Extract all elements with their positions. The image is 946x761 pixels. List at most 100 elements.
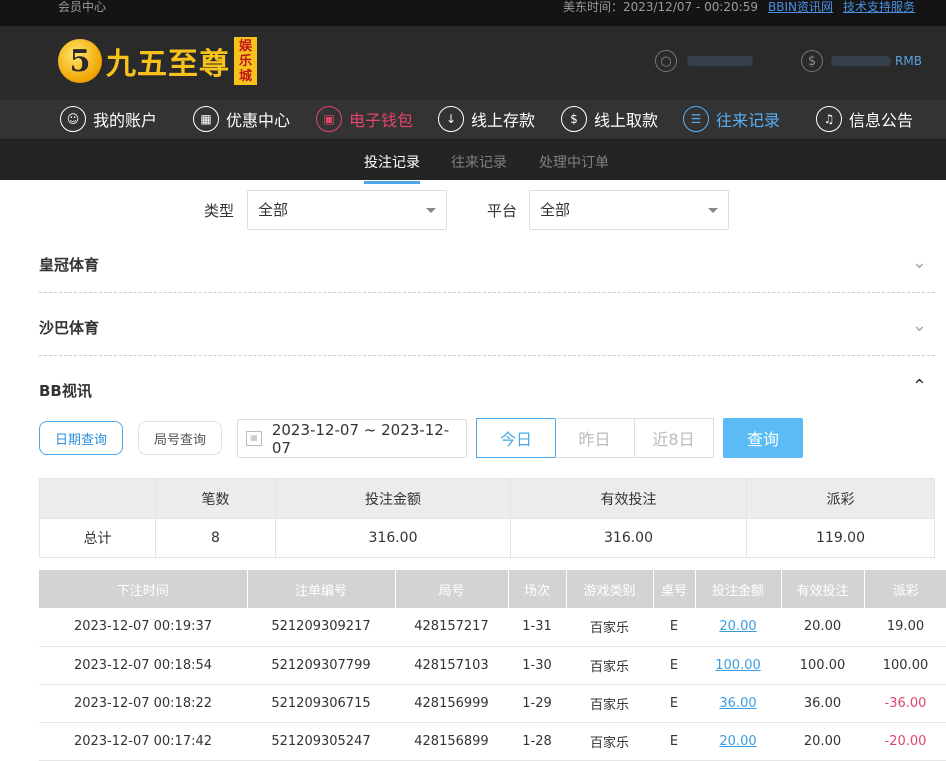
tab-pending-orders[interactable]: 处理中订单 xyxy=(539,152,609,172)
dollar-icon: $ xyxy=(801,50,823,72)
section-crown-sports[interactable]: 皇冠体育 ⌄ xyxy=(39,252,935,275)
nav-records[interactable]: ☰ 往来记录 xyxy=(683,106,780,132)
summary-header-cell: 投注金额 xyxy=(275,478,511,519)
records-icon: ☰ xyxy=(683,106,709,132)
bet-time: 2023-12-07 00:18:54 xyxy=(39,646,247,685)
bet-amount-link[interactable]: 36.00 xyxy=(719,696,756,711)
valid-bet: 20.00 xyxy=(781,608,864,647)
section-title: BB视讯 xyxy=(39,382,92,400)
date-query-button[interactable]: 日期查询 xyxy=(39,421,123,455)
yesterday-button[interactable]: 昨日 xyxy=(555,418,635,458)
payout: 100.00 xyxy=(864,646,946,685)
summary-cell: 119.00 xyxy=(746,518,935,558)
table-row: 2023-12-07 00:18:54 521209307799 4281571… xyxy=(39,646,946,685)
bet-amount-link[interactable]: 20.00 xyxy=(719,619,756,634)
redacted-balance xyxy=(831,56,891,66)
nav-deposit[interactable]: ↓ 线上存款 xyxy=(438,106,535,132)
withdraw-icon: $ xyxy=(561,106,587,132)
query-button[interactable]: 查询 xyxy=(723,418,803,458)
section-bb-live[interactable]: BB视讯 ⌃ xyxy=(39,376,935,401)
nav-withdraw[interactable]: $ 线上取款 xyxy=(561,106,658,132)
detail-header-row: 下注时间 注单编号 局号 场次 游戏类别 桌号 投注金额 有效投注 派彩 xyxy=(39,570,946,608)
bet-time: 2023-12-07 00:19:37 xyxy=(39,608,247,647)
bet-amount-link[interactable]: 20.00 xyxy=(719,734,756,749)
detail-header-cell: 场次 xyxy=(508,570,567,608)
nav-my-account[interactable]: ☺ 我的账户 xyxy=(60,106,157,132)
badge-char: 乐 xyxy=(238,53,252,69)
nav-label: 往来记录 xyxy=(716,111,781,130)
account-name: ○ xyxy=(655,50,753,72)
today-button[interactable]: 今日 xyxy=(476,418,556,458)
bbin-news-link[interactable]: BBIN资讯网 xyxy=(768,0,833,14)
bet-time: 2023-12-07 00:17:42 xyxy=(39,722,247,761)
top-bar: 会员中心 美东时间：2023/12/07 - 00:20:59 BBIN资讯网 … xyxy=(0,0,946,26)
game-round: 1-31 xyxy=(508,608,566,647)
bet-amount-cell: 20.00 xyxy=(695,608,781,647)
detail-table: 下注时间 注单编号 局号 场次 游戏类别 桌号 投注金额 有效投注 派彩 202… xyxy=(39,570,946,761)
bet-id: 521209306715 xyxy=(247,684,395,723)
date-range-input[interactable]: ▦ 2023-12-07 ~ 2023-12-07 xyxy=(237,419,467,458)
game-round: 1-28 xyxy=(508,722,566,761)
summary-header-cell xyxy=(39,478,156,519)
bet-time: 2023-12-07 00:18:22 xyxy=(39,684,247,723)
table-row: 2023-12-07 00:19:37 521209309217 4281572… xyxy=(39,608,946,647)
payout: -20.00 xyxy=(864,722,946,761)
bet-amount-link[interactable]: 100.00 xyxy=(715,658,761,673)
game-round: 1-29 xyxy=(508,684,566,723)
member-center-label: 会员中心 xyxy=(58,0,107,14)
round-id: 428157217 xyxy=(395,608,508,647)
section-title: 沙巴体育 xyxy=(39,319,100,337)
platform-select[interactable]: 全部 xyxy=(529,190,729,230)
gift-icon: ▦ xyxy=(193,106,219,132)
payout: -36.00 xyxy=(864,684,946,723)
nav-e-wallet[interactable]: ▣ 电子钱包 xyxy=(316,106,413,132)
summary-header-cell: 有效投注 xyxy=(510,478,747,519)
chevron-up-icon: ⌃ xyxy=(911,376,927,397)
divider xyxy=(39,355,935,356)
table-id: E xyxy=(653,646,695,685)
valid-bet: 20.00 xyxy=(781,722,864,761)
tab-bet-records[interactable]: 投注记录 xyxy=(364,152,420,184)
type-select[interactable]: 全部 xyxy=(247,190,447,230)
game-type: 百家乐 xyxy=(566,646,653,685)
user-icon: ○ xyxy=(655,50,677,72)
table-row: 2023-12-07 00:18:22 521209306715 4281569… xyxy=(39,684,946,723)
top-right: 美东时间：2023/12/07 - 00:20:59 BBIN资讯网 技术支持服… xyxy=(563,0,915,14)
bet-id: 521209305247 xyxy=(247,722,395,761)
detail-header-cell: 投注金额 xyxy=(695,570,782,608)
round-id: 428156999 xyxy=(395,684,508,723)
bet-amount-cell: 20.00 xyxy=(695,722,781,761)
game-type: 百家乐 xyxy=(566,722,653,761)
detail-header-cell: 派彩 xyxy=(864,570,946,608)
nav-label: 线上取款 xyxy=(594,111,659,130)
summary-total-row: 总计 8 316.00 316.00 119.00 xyxy=(39,518,935,558)
bet-id: 521209307799 xyxy=(247,646,395,685)
round-query-button[interactable]: 局号查询 xyxy=(138,421,222,455)
section-saba-sports[interactable]: 沙巴体育 ⌄ xyxy=(39,315,935,338)
logo[interactable]: 5 九五至尊 娱 乐 城 xyxy=(58,37,257,85)
bet-id: 521209309217 xyxy=(247,608,395,647)
nav-announcements[interactable]: ♫ 信息公告 xyxy=(816,106,913,132)
payout: 19.00 xyxy=(864,608,946,647)
wallet-icon: ▣ xyxy=(316,106,342,132)
badge-char: 城 xyxy=(238,68,252,84)
sub-nav: 投注记录 往来记录 处理中订单 xyxy=(0,140,946,184)
nav-label: 信息公告 xyxy=(849,111,914,130)
game-round: 1-30 xyxy=(508,646,566,685)
tech-support-link[interactable]: 技术支持服务 xyxy=(843,0,915,14)
platform-select-value: 全部 xyxy=(540,201,571,219)
nav-promotions[interactable]: ▦ 优惠中心 xyxy=(193,106,290,132)
detail-header-cell: 有效投注 xyxy=(781,570,865,608)
bell-icon: ♫ xyxy=(816,106,842,132)
eastern-time: 美东时间：2023/12/07 - 00:20:59 xyxy=(562,0,758,14)
nav-label: 优惠中心 xyxy=(226,111,291,130)
summary-cell: 总计 xyxy=(39,518,156,558)
tab-transaction-records[interactable]: 往来记录 xyxy=(451,152,507,172)
account-balance: $ RMB xyxy=(801,50,922,72)
game-type: 百家乐 xyxy=(566,608,653,647)
last-8-days-button[interactable]: 近8日 xyxy=(634,418,714,458)
detail-header-cell: 游戏类别 xyxy=(566,570,654,608)
table-id: E xyxy=(653,684,695,723)
nav-label: 电子钱包 xyxy=(349,111,414,130)
header: 5 九五至尊 娱 乐 城 ○ $ RMB xyxy=(0,26,946,100)
